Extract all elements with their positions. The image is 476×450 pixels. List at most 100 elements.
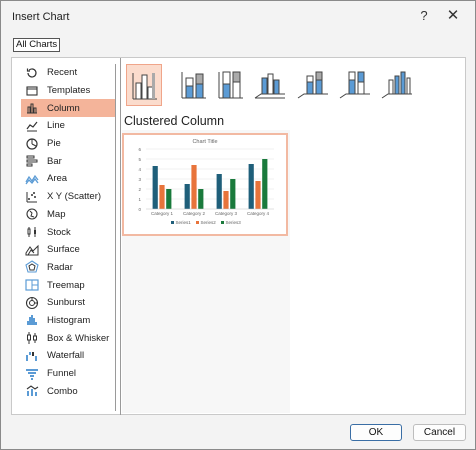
- waterfall-chart-icon: [25, 349, 39, 363]
- category-item-histogram[interactable]: Histogram: [21, 312, 115, 330]
- subtype-clustered-column[interactable]: [126, 64, 162, 106]
- category-label: Stock: [47, 226, 71, 238]
- subtype-3d-column[interactable]: [379, 64, 415, 106]
- 3d-column-icon: [381, 71, 412, 99]
- area-chart-icon: [25, 172, 39, 186]
- category-item-area[interactable]: Area: [21, 170, 115, 188]
- category-label: Funnel: [47, 368, 77, 380]
- category-item-pie[interactable]: Pie: [21, 135, 115, 153]
- category-label: Radar: [47, 261, 73, 273]
- subtype-100-stacked-column[interactable]: [213, 64, 249, 106]
- x-tick-label: Category 4: [247, 211, 270, 216]
- y-tick-label: 4: [138, 167, 141, 172]
- category-label: Surface: [47, 244, 80, 256]
- bar-series1-cat4: [248, 164, 254, 209]
- recent-icon: [25, 66, 39, 80]
- 3d-100-stacked-column-icon: [339, 71, 370, 99]
- category-item-radar[interactable]: Radar: [21, 259, 115, 277]
- bar-series2-cat1: [159, 185, 165, 209]
- subtype-3d-100-stacked-column[interactable]: [337, 64, 373, 106]
- bar-series3-cat2: [198, 189, 204, 209]
- bar-series1-cat2: [184, 184, 190, 209]
- bar-series2-cat3: [223, 191, 229, 209]
- category-item-box-whisker[interactable]: Box & Whisker: [21, 329, 115, 347]
- bar-series1-cat3: [216, 174, 222, 209]
- bar-series2-cat2: [191, 165, 197, 209]
- category-label: Treemap: [47, 279, 85, 291]
- combo-chart-icon: [25, 384, 39, 398]
- map-chart-icon: [25, 207, 39, 221]
- box-whisker-chart-icon: [25, 331, 39, 345]
- category-label: Area: [47, 173, 68, 185]
- category-label: Sunburst: [47, 297, 86, 309]
- category-item-treemap[interactable]: Treemap: [21, 276, 115, 294]
- subtype-3d-clustered-column[interactable]: [252, 64, 288, 106]
- category-label: Bar: [47, 155, 62, 167]
- y-tick-label: 5: [138, 157, 141, 162]
- x-tick-label: Category 1: [151, 211, 174, 216]
- category-item-stock[interactable]: Stock: [21, 223, 115, 241]
- funnel-chart-icon: [25, 367, 39, 381]
- category-item-surface[interactable]: Surface: [21, 241, 115, 259]
- category-item-combo[interactable]: Combo: [21, 382, 115, 400]
- x-tick-label: Category 2: [183, 211, 206, 216]
- chart-category-list: Recent Templates Column Line Pie Bar Area X Y (…: [21, 64, 116, 411]
- bar-series3-cat3: [230, 179, 236, 209]
- category-item-funnel[interactable]: Funnel: [21, 365, 115, 383]
- 3d-stacked-column-icon: [297, 71, 328, 99]
- subtype-3d-stacked-column[interactable]: [295, 64, 331, 106]
- close-button[interactable]: ✕: [441, 5, 465, 27]
- cancel-button[interactable]: Cancel: [413, 424, 466, 441]
- templates-icon: [25, 84, 39, 98]
- insert-chart-dialog: Insert Chart ? ✕ All Charts Recent Templa…: [0, 0, 476, 450]
- category-item-line[interactable]: Line: [21, 117, 115, 135]
- category-item-templates[interactable]: Templates: [21, 82, 115, 100]
- subtype-stacked-column[interactable]: [176, 64, 212, 106]
- category-item-sunburst[interactable]: Sunburst: [21, 294, 115, 312]
- category-label: Histogram: [47, 314, 91, 326]
- chart-preview-svg: Chart Title 0 1 2 3 4 5 6 Category 1 Category 2 Ca…: [138, 139, 274, 225]
- tab-all-charts[interactable]: All Charts: [13, 38, 61, 52]
- histogram-chart-icon: [25, 313, 39, 327]
- x-tick-label: Category 3: [215, 211, 238, 216]
- line-chart-icon: [25, 119, 39, 133]
- legend-swatch: [171, 221, 174, 224]
- category-label: Waterfall: [47, 350, 85, 362]
- category-item-column[interactable]: Column: [21, 99, 115, 118]
- category-item-x-y-scatter[interactable]: X Y (Scatter): [21, 188, 115, 206]
- category-item-recent[interactable]: Recent: [21, 64, 115, 82]
- y-tick-label: 3: [138, 177, 141, 182]
- dialog-title: Insert Chart: [12, 11, 70, 23]
- preview-area: Chart Title 0 1 2 3 4 5 6 Category 1 Category 2 Ca…: [122, 130, 290, 413]
- clustered-column-icon: [132, 73, 157, 100]
- category-item-waterfall[interactable]: Waterfall: [21, 347, 115, 365]
- ok-button[interactable]: OK: [350, 424, 402, 441]
- y-tick-label: 2: [138, 187, 141, 192]
- column-chart-icon: [25, 101, 39, 115]
- category-label: Line: [47, 120, 65, 132]
- category-label: X Y (Scatter): [47, 191, 102, 203]
- y-tick-label: 0: [138, 207, 141, 212]
- stock-chart-icon: [25, 225, 39, 239]
- category-label: Combo: [47, 385, 78, 397]
- bar-series2-cat4: [255, 181, 261, 209]
- category-item-map[interactable]: Map: [21, 206, 115, 224]
- chart-preview[interactable]: Chart Title 0 1 2 3 4 5 6 Category 1 Category 2 Ca…: [122, 133, 288, 236]
- panel-divider: [120, 58, 121, 415]
- legend-label: Series1: [176, 220, 192, 225]
- stacked-column-icon: [181, 72, 206, 99]
- category-label: Column: [47, 102, 80, 114]
- category-label: Pie: [47, 138, 61, 150]
- 3d-clustered-column-icon: [254, 73, 285, 99]
- bar-chart-icon: [25, 154, 39, 168]
- category-item-bar[interactable]: Bar: [21, 152, 115, 170]
- legend-swatch: [196, 221, 199, 224]
- legend-label: Series2: [201, 220, 217, 225]
- chart-subtype-row: [124, 64, 454, 106]
- sunburst-chart-icon: [25, 296, 39, 310]
- help-button[interactable]: ?: [412, 5, 436, 27]
- 100-stacked-column-icon: [218, 71, 243, 99]
- chart-content-panel: Recent Templates Column Line Pie Bar Area X Y (…: [11, 57, 466, 415]
- title-bar: Insert Chart ? ✕: [1, 1, 475, 33]
- chart-title: Chart Title: [192, 139, 217, 145]
